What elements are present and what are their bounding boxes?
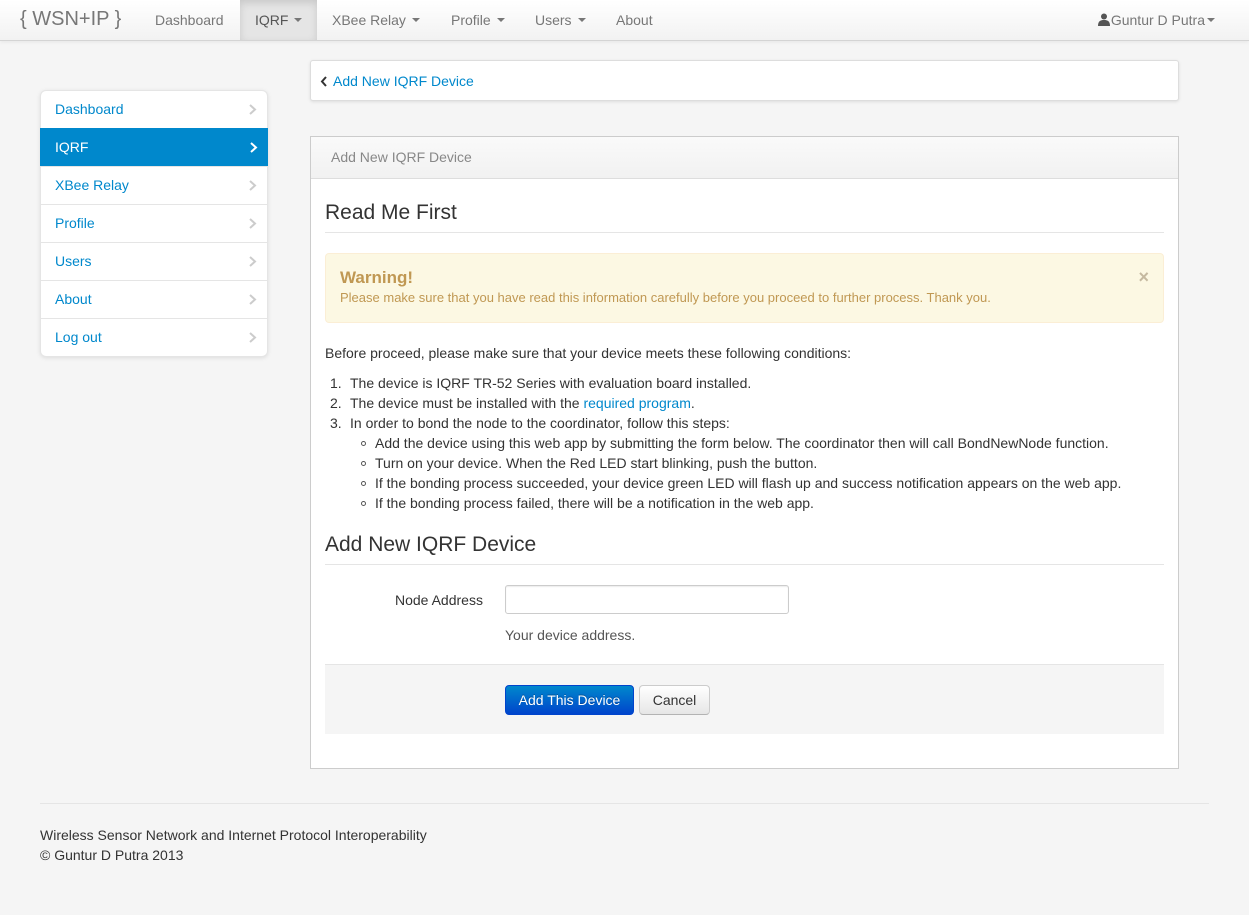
chevron-right-icon bbox=[249, 294, 257, 305]
divider bbox=[325, 564, 1164, 565]
chevron-left-icon bbox=[320, 76, 327, 87]
user-icon bbox=[1097, 13, 1110, 27]
caret-down-icon bbox=[1207, 18, 1215, 23]
nav-iqrf-label: IQRF bbox=[255, 12, 289, 28]
alert-title: Warning! bbox=[340, 268, 414, 287]
warning-alert: Warning! Please make sure that you have … bbox=[325, 253, 1164, 323]
add-device-button[interactable]: Add This Device bbox=[505, 685, 634, 715]
nav-profile-label: Profile bbox=[451, 12, 491, 28]
node-address-label: Node Address bbox=[395, 592, 483, 608]
caret-down-icon bbox=[294, 18, 303, 23]
condition-text: The device must be installed with the bbox=[350, 395, 584, 411]
nav-about[interactable]: About bbox=[601, 0, 668, 40]
chevron-right-icon bbox=[249, 332, 257, 343]
chevron-right-icon bbox=[249, 218, 257, 229]
breadcrumb-bar: Add New IQRF Device bbox=[310, 60, 1179, 101]
form-actions: Add This Device Cancel bbox=[325, 664, 1164, 734]
panel-header: Add New IQRF Device bbox=[311, 137, 1178, 179]
nav-profile-dropdown[interactable]: Profile bbox=[436, 0, 520, 40]
sidebar-item-label: Profile bbox=[55, 215, 95, 231]
back-link[interactable]: Add New IQRF Device bbox=[320, 73, 474, 89]
nav-users-dropdown[interactable]: Users bbox=[520, 0, 601, 40]
sidebar-item-label: Log out bbox=[55, 329, 102, 345]
sidebar-item-label: About bbox=[55, 291, 92, 307]
top-navbar: { WSN+IP } Dashboard IQRF XBee Relay Pro… bbox=[0, 0, 1249, 41]
user-menu-dropdown[interactable]: Guntur D Putra bbox=[1097, 0, 1215, 40]
caret-down-icon bbox=[496, 18, 505, 23]
list-item: 2. The device must be installed with the… bbox=[325, 393, 1164, 413]
list-number: 2. bbox=[330, 395, 342, 411]
caret-down-icon bbox=[411, 18, 420, 23]
chevron-right-icon bbox=[249, 256, 257, 267]
brand-logo[interactable]: { WSN+IP } bbox=[20, 8, 121, 31]
list-number: 3. bbox=[330, 415, 342, 431]
list-item: 1. The device is IQRF TR-52 Series with … bbox=[325, 373, 1164, 393]
nav-users-label: Users bbox=[535, 12, 572, 28]
condition-text-end: . bbox=[690, 395, 695, 411]
footer-copyright: © Guntur D Putra 2013 bbox=[40, 847, 184, 863]
alert-text: Please make sure that you have read this… bbox=[340, 290, 991, 305]
intro-text: Before proceed, please make sure that yo… bbox=[325, 345, 852, 361]
steps-list: Add the device using this web app by sub… bbox=[350, 433, 1164, 513]
sidebar-item-xbee-relay[interactable]: XBee Relay bbox=[41, 166, 267, 204]
nav-dashboard[interactable]: Dashboard bbox=[140, 0, 239, 40]
list-item: 3. In order to bond the node to the coor… bbox=[325, 413, 1164, 513]
read-me-heading: Read Me First bbox=[325, 201, 457, 224]
nav-xbee-relay-label: XBee Relay bbox=[332, 12, 406, 28]
sidebar-item-label: Users bbox=[55, 253, 92, 269]
cancel-button[interactable]: Cancel bbox=[639, 685, 710, 715]
caret-down-icon bbox=[577, 18, 586, 23]
chevron-right-icon bbox=[249, 104, 257, 115]
sidebar-item-about[interactable]: About bbox=[41, 280, 267, 318]
sidebar-item-label: XBee Relay bbox=[55, 177, 129, 193]
list-number: 1. bbox=[330, 375, 342, 391]
condition-text: The device is IQRF TR-52 Series with eva… bbox=[350, 375, 752, 391]
sidebar-item-label: Dashboard bbox=[55, 101, 124, 117]
condition-text: In order to bond the node to the coordin… bbox=[350, 415, 730, 431]
close-icon[interactable]: × bbox=[1138, 267, 1149, 288]
sidebar-item-iqrf[interactable]: IQRF bbox=[40, 128, 268, 166]
required-program-link[interactable]: required program bbox=[583, 395, 690, 411]
sidebar-item-profile[interactable]: Profile bbox=[41, 204, 267, 242]
step-item: Add the device using this web app by sub… bbox=[350, 433, 1164, 453]
sidebar-item-logout[interactable]: Log out bbox=[41, 318, 267, 356]
sidebar-item-dashboard[interactable]: Dashboard bbox=[41, 91, 267, 128]
chevron-right-icon bbox=[250, 142, 258, 153]
node-address-input[interactable] bbox=[505, 585, 789, 614]
footer-title: Wireless Sensor Network and Internet Pro… bbox=[40, 827, 427, 843]
step-item: Turn on your device. When the Red LED st… bbox=[350, 453, 1164, 473]
step-item: If the bonding process failed, there wil… bbox=[350, 493, 1164, 513]
nav-xbee-relay-dropdown[interactable]: XBee Relay bbox=[317, 0, 435, 40]
user-name: Guntur D Putra bbox=[1110, 12, 1205, 28]
node-address-help: Your device address. bbox=[505, 627, 636, 643]
chevron-right-icon bbox=[249, 180, 257, 191]
sidebar-nav: Dashboard IQRF XBee Relay Profile Users … bbox=[40, 90, 268, 357]
divider bbox=[325, 232, 1164, 233]
footer-divider bbox=[40, 803, 1209, 804]
nav-iqrf-dropdown[interactable]: IQRF bbox=[240, 0, 317, 40]
sidebar-item-label: IQRF bbox=[55, 139, 89, 155]
step-item: If the bonding process succeeded, your d… bbox=[350, 473, 1164, 493]
main-panel: Add New IQRF Device Read Me First Warnin… bbox=[310, 136, 1179, 769]
nav-dashboard-label: Dashboard bbox=[155, 12, 224, 28]
sidebar-item-users[interactable]: Users bbox=[41, 242, 267, 280]
nav-about-label: About bbox=[616, 12, 653, 28]
conditions-list: 1. The device is IQRF TR-52 Series with … bbox=[325, 373, 1164, 513]
back-link-label: Add New IQRF Device bbox=[333, 73, 474, 89]
form-heading: Add New IQRF Device bbox=[325, 533, 537, 556]
